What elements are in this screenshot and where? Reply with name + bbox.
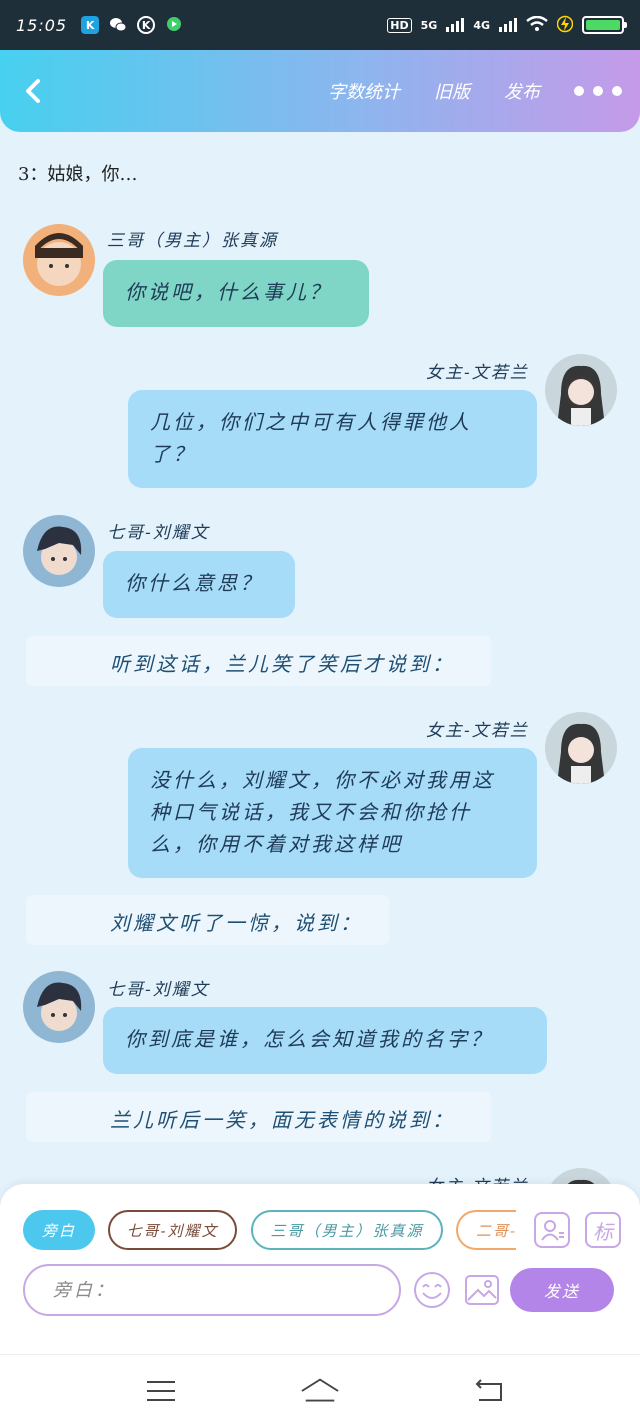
wechat-icon: [109, 16, 127, 34]
avatar[interactable]: [545, 712, 617, 784]
role-chip-narrator[interactable]: 旁白: [23, 1210, 95, 1250]
composer-panel: 旁白 七哥-刘耀文 三哥（男主）张真源 二哥- 标 发送: [0, 1184, 640, 1354]
send-button[interactable]: 发送: [510, 1268, 614, 1312]
person-card-icon: [541, 1220, 564, 1241]
avatar[interactable]: [545, 1168, 617, 1184]
avatar[interactable]: [23, 224, 95, 296]
speaker-name: 女主-文若兰: [426, 721, 529, 741]
message-bubble[interactable]: 几位，你们之中可有人得罪他人了？: [128, 390, 537, 488]
speaker-name: 女主-文若兰: [426, 1172, 529, 1184]
image-button[interactable]: [462, 1270, 502, 1310]
system-nav-bar: [0, 1354, 640, 1427]
image-icon: [465, 1275, 499, 1305]
back-arrow-icon: [475, 1379, 502, 1401]
menu-nav-button[interactable]: [141, 1371, 181, 1411]
avatar[interactable]: [23, 971, 95, 1043]
k-circle-icon: K: [137, 16, 156, 34]
role-chip-liu[interactable]: 七哥-刘耀文: [108, 1210, 237, 1250]
narration-input[interactable]: [23, 1264, 401, 1316]
more-menu-button[interactable]: [574, 86, 622, 96]
video-app-icon: [165, 16, 183, 34]
menu-icon: [147, 1381, 175, 1401]
status-bar: 15:05 K K HD 5G 4G: [0, 0, 640, 50]
charging-icon: [556, 15, 574, 36]
emoji-button[interactable]: [412, 1270, 452, 1310]
home-nav-button[interactable]: [300, 1371, 340, 1411]
old-version-button[interactable]: 旧版: [434, 78, 470, 104]
narration-text[interactable]: 听到这话，兰儿笑了笑后才说到：: [26, 636, 491, 686]
message-bubble[interactable]: 你什么意思？: [103, 551, 295, 618]
back-button[interactable]: [18, 76, 48, 106]
speaker-name: 七哥-刘耀文: [107, 980, 210, 1000]
role-chip-partial[interactable]: 二哥-: [456, 1210, 516, 1250]
avatar[interactable]: [545, 354, 617, 426]
role-chip-zhang[interactable]: 三哥（男主）张真源: [251, 1210, 443, 1250]
signal-5g-icon: [446, 18, 465, 32]
back-nav-button[interactable]: [469, 1371, 509, 1411]
status-time: 15:05: [16, 15, 68, 35]
4g-label: 4G: [473, 18, 490, 32]
battery-icon: [582, 16, 627, 34]
signal-4g-icon: [499, 18, 517, 32]
k-app-icon: K: [81, 16, 100, 34]
chapter-title: 3：姑娘，你…: [18, 164, 138, 185]
publish-button[interactable]: 发布: [504, 78, 540, 104]
chevron-left-icon: [26, 79, 40, 103]
message-bubble[interactable]: 你到底是谁，怎么会知道我的名字？: [103, 1007, 547, 1074]
speaker-name: 女主-文若兰: [426, 363, 529, 383]
chat-content[interactable]: 3：姑娘，你… 三哥（男主）张真源 你说吧，什么事儿？ 女主-文若兰 几位，你们…: [0, 132, 640, 1184]
message-bubble[interactable]: 你说吧，什么事儿？: [103, 260, 369, 327]
speaker-name: 七哥-刘耀文: [107, 523, 210, 543]
narration-text[interactable]: 刘耀文听了一惊，说到：: [26, 895, 389, 945]
narration-text[interactable]: 兰儿听后一笑，面无表情的说到：: [26, 1092, 491, 1142]
message-bubble[interactable]: 没什么，刘耀文，你不必对我用这种口气说话，我又不会和你抢什么，你用不着对我这样吧: [128, 748, 537, 878]
avatar[interactable]: [23, 515, 95, 587]
5g-label: 5G: [420, 18, 438, 32]
word-count-button[interactable]: 字数统计: [328, 78, 400, 104]
editor-header: 字数统计 旧版 发布: [0, 50, 640, 132]
tag-button[interactable]: 标: [585, 1212, 621, 1248]
smiley-icon: [414, 1272, 450, 1308]
home-icon: [301, 1378, 339, 1402]
speaker-name: 三哥（男主）张真源: [107, 231, 278, 251]
add-role-button[interactable]: [534, 1212, 570, 1248]
hd-label: HD: [387, 17, 412, 33]
wifi-icon: [526, 15, 548, 35]
